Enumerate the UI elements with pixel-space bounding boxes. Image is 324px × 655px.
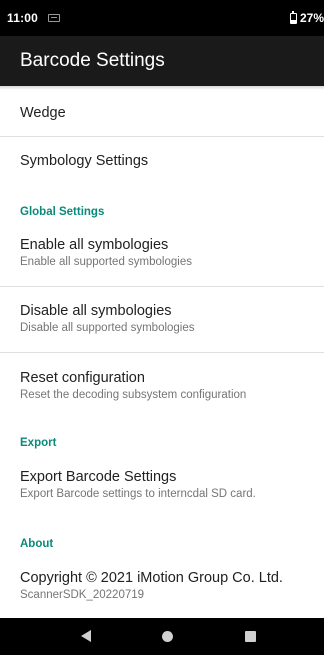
status-right: 27% bbox=[289, 0, 324, 36]
section-header-about: About bbox=[20, 538, 54, 550]
status-time: 11:00 bbox=[7, 11, 39, 25]
app-bar-shadow bbox=[0, 86, 324, 90]
pref-enable-all-symbologies[interactable]: Enable all symbologies Enable all suppor… bbox=[0, 237, 324, 268]
pref-title: Copyright © 2021 iMotion Group Co. Ltd. bbox=[20, 570, 283, 586]
divider bbox=[0, 286, 324, 287]
pref-summary: Disable all supported symbologies bbox=[20, 322, 195, 334]
notification-icon bbox=[48, 14, 61, 22]
app-bar: Barcode Settings bbox=[0, 36, 324, 86]
pref-title: Wedge bbox=[20, 105, 66, 121]
divider bbox=[0, 136, 324, 137]
pref-summary: Export Barcode settings to interncdal SD… bbox=[20, 488, 256, 500]
pref-export-barcode-settings[interactable]: Export Barcode Settings Export Barcode s… bbox=[0, 469, 324, 500]
pref-title: Export Barcode Settings bbox=[20, 469, 177, 485]
pref-summary: Enable all supported symbologies bbox=[20, 256, 192, 268]
navigation-bar bbox=[0, 618, 324, 655]
home-icon[interactable] bbox=[162, 631, 173, 642]
pref-symbology-settings[interactable]: Symbology Settings bbox=[0, 153, 324, 169]
battery-percent: 27% bbox=[299, 11, 324, 25]
recents-icon[interactable] bbox=[245, 631, 256, 642]
pref-disable-all-symbologies[interactable]: Disable all symbologies Disable all supp… bbox=[0, 303, 324, 334]
pref-summary: ScannerSDK_20220719 bbox=[20, 589, 145, 601]
back-icon[interactable] bbox=[81, 630, 91, 642]
pref-title: Symbology Settings bbox=[20, 153, 149, 169]
pref-summary: Reset the decoding subsystem configurati… bbox=[20, 389, 247, 401]
pref-wedge[interactable]: Wedge bbox=[0, 105, 324, 121]
pref-title: Disable all symbologies bbox=[20, 303, 172, 319]
pref-copyright[interactable]: Copyright © 2021 iMotion Group Co. Ltd. … bbox=[0, 570, 324, 601]
status-bar: 11:00 27% bbox=[0, 0, 324, 36]
page-title: Barcode Settings bbox=[20, 50, 165, 71]
divider bbox=[0, 352, 324, 353]
settings-list[interactable]: Wedge Symbology Settings Global Settings… bbox=[0, 86, 324, 618]
section-header-export: Export bbox=[20, 437, 57, 449]
pref-reset-configuration[interactable]: Reset configuration Reset the decoding s… bbox=[0, 370, 324, 401]
battery-icon bbox=[289, 10, 297, 24]
section-header-global: Global Settings bbox=[20, 206, 105, 218]
pref-title: Enable all symbologies bbox=[20, 237, 169, 253]
pref-title: Reset configuration bbox=[20, 370, 145, 386]
